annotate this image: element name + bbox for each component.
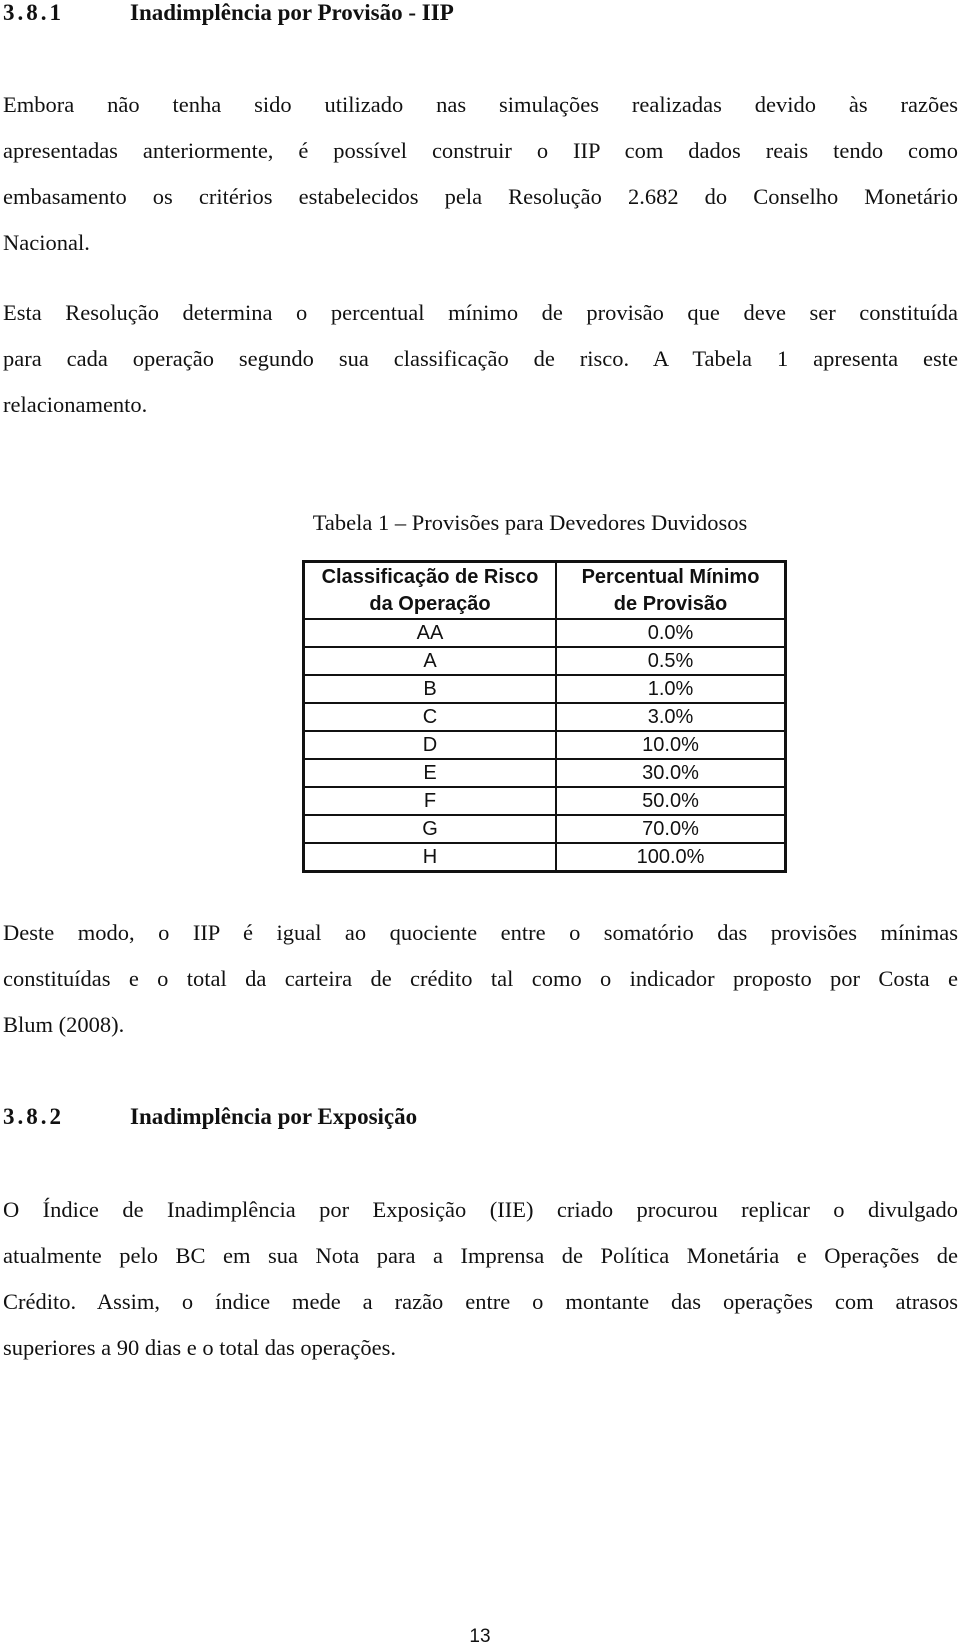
table-row: B 1.0% — [302, 674, 787, 704]
risk-class-cell: F — [302, 786, 557, 816]
percent-cell: 3.0% — [555, 702, 787, 732]
risk-class-cell: B — [302, 674, 557, 704]
text-line: para cada operação segundo sua classific… — [3, 346, 958, 371]
table-row: F 50.0% — [302, 786, 787, 816]
text-line: Crédito. Assim, o índice mede a razão en… — [3, 1289, 958, 1314]
percent-cell: 1.0% — [555, 674, 787, 704]
table-row: G 70.0% — [302, 814, 787, 844]
percent-cell: 0.5% — [555, 646, 787, 676]
text-line: Esta Resolução determina o percentual mí… — [3, 300, 958, 325]
table-caption: Tabela 1 – Provisões para Devedores Duvi… — [312, 510, 748, 535]
risk-class-cell: D — [302, 730, 557, 760]
table-row: AA 0.0% — [302, 618, 787, 648]
header-line: da Operação — [369, 592, 491, 615]
header-line: Classificação de Risco — [321, 565, 539, 588]
table-row: D 10.0% — [302, 730, 787, 760]
text-line: atualmente pelo BC em sua Nota para a Im… — [3, 1243, 958, 1268]
table-row: H 100.0% — [302, 842, 787, 873]
paragraph-resolucao: Esta Resolução determina o percentual mí… — [3, 290, 958, 428]
risk-class-cell: E — [302, 758, 557, 788]
table-row: C 3.0% — [302, 702, 787, 732]
text-line: Nacional. — [3, 230, 90, 255]
page-number: 13 — [469, 1626, 491, 1647]
header-line: de Provisão — [613, 592, 728, 615]
section-number: 3.8.2 — [3, 1104, 64, 1129]
paragraph-iip-definition: Deste modo, o IIP é igual ao quociente e… — [3, 910, 958, 1048]
risk-class-cell: G — [302, 814, 557, 844]
percent-cell: 10.0% — [555, 730, 787, 760]
percent-cell: 50.0% — [555, 786, 787, 816]
text-line: Embora não tenha sido utilizado nas simu… — [3, 92, 958, 117]
provisions-table: Classificação de Risco da Operação Perce… — [302, 560, 787, 873]
percent-cell: 0.0% — [555, 618, 787, 648]
risk-class-cell: A — [302, 646, 557, 676]
section-number: 3.8.1 — [3, 0, 64, 25]
section-title: Inadimplência por Provisão - IIP — [130, 0, 454, 25]
paragraph-iie: O Índice de Inadimplência por Exposição … — [3, 1187, 958, 1371]
text-line: superiores a 90 dias e o total das opera… — [3, 1335, 396, 1360]
percent-cell: 100.0% — [555, 842, 787, 873]
risk-class-cell: H — [302, 842, 557, 873]
column-header-percentual: Percentual Mínimo de Provisão — [555, 560, 787, 620]
table-row: E 30.0% — [302, 758, 787, 788]
section-heading-3-8-1: 3.8.1 Inadimplência por Provisão - IIP — [3, 0, 454, 26]
text-line: apresentadas anteriormente, é possível c… — [3, 138, 958, 163]
text-line: embasamento os critérios estabelecidos p… — [3, 184, 958, 209]
text-line: relacionamento. — [3, 392, 148, 417]
text-line: constituídas e o total da carteira de cr… — [3, 966, 958, 991]
percent-cell: 30.0% — [555, 758, 787, 788]
percent-cell: 70.0% — [555, 814, 787, 844]
paragraph-intro: Embora não tenha sido utilizado nas simu… — [3, 82, 958, 266]
text-line: O Índice de Inadimplência por Exposição … — [3, 1197, 958, 1222]
text-line: Deste modo, o IIP é igual ao quociente e… — [3, 920, 958, 945]
table-row: A 0.5% — [302, 646, 787, 676]
table-header-row: Classificação de Risco da Operação Perce… — [302, 560, 787, 620]
text-line: Blum (2008). — [3, 1012, 125, 1037]
section-title: Inadimplência por Exposição — [130, 1104, 418, 1129]
column-header-classificacao: Classificação de Risco da Operação — [302, 560, 557, 620]
section-heading-3-8-2: 3.8.2 Inadimplência por Exposição — [3, 1104, 417, 1130]
header-line: Percentual Mínimo — [581, 565, 760, 588]
risk-class-cell: C — [302, 702, 557, 732]
risk-class-cell: AA — [302, 618, 557, 648]
